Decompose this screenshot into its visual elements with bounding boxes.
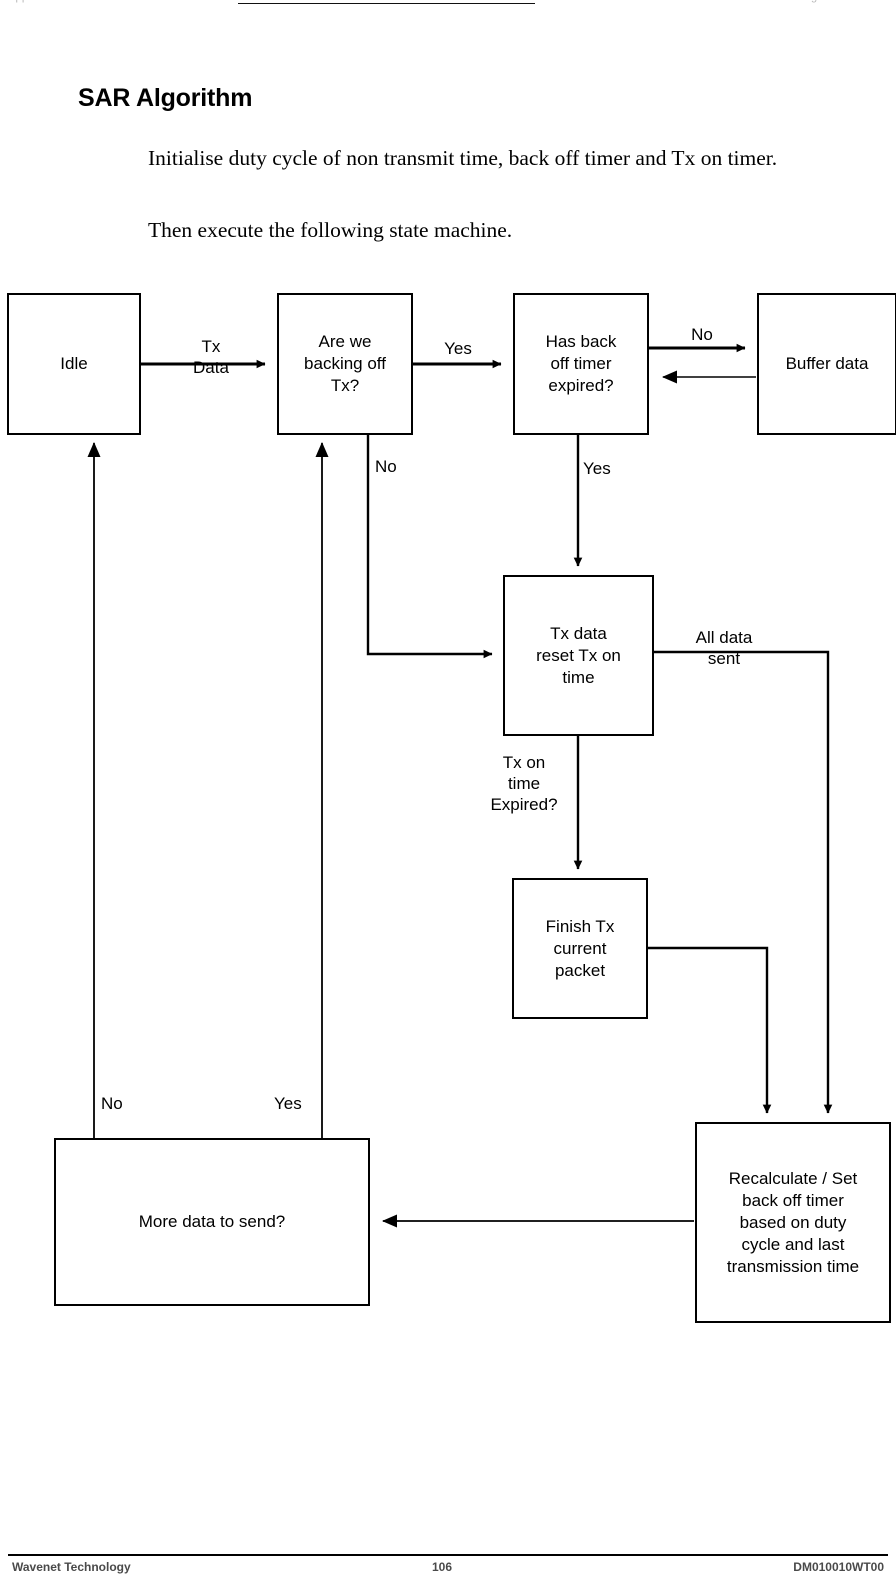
edge-label-no-buffer: No [691,325,713,344]
edge-label-yes-expired: Yes [583,459,611,478]
node-finish-tx-current-packet[interactable]: Finish Tx current packet [512,878,648,1019]
footer-rule [8,1554,888,1556]
node-are-we-backing-off[interactable]: Are we backing off Tx? [277,293,413,435]
edge-label-all-data-sent: All data sent [695,628,753,668]
edge-label-no-backing-off: No [375,457,397,476]
node-are-we-backing-off-label: Are we backing off Tx? [304,332,386,395]
node-recalculate-backoff-label: Recalculate / Set back off timer based on … [726,1168,860,1276]
edge-label-tx-data: Tx Data [193,337,229,377]
node-more-data-to-send[interactable]: More data to send? [54,1138,370,1306]
node-finish-tx-current-packet-label: Finish Tx current packet [545,916,615,980]
node-has-backoff-timer-expired-label: Has back off timer expired? [545,332,617,395]
node-tx-data-reset[interactable]: Tx data reset Tx on time [503,575,654,736]
edge-label-tx-on-time-expired: Tx on time Expired? [490,753,558,814]
node-idle-label: Idle [60,354,88,373]
node-buffer-data[interactable]: Buffer data [757,293,896,435]
footer-company: Wavenet Technology [12,1560,131,1574]
edge-label-yes-more-data: Yes [274,1094,302,1113]
flowchart-connectors [87,343,833,1228]
document-page: Appendix B - SAR State Machine Wavenet S… [0,0,896,1576]
node-has-backoff-timer-expired[interactable]: Has back off timer expired? [513,293,649,435]
node-tx-data-reset-label: Tx data reset Tx on time [536,623,621,687]
footer-doc-code: DM010010WT00 [793,1560,884,1574]
edge-label-no-more-data: No [101,1094,123,1113]
node-recalculate-backoff[interactable]: Recalculate / Set back off timer based on … [695,1122,891,1323]
page-footer: Wavenet Technology 106 DM010010WT00 [0,1560,896,1576]
node-idle[interactable]: Idle [7,293,141,435]
node-buffer-data-label: Buffer data [785,354,869,373]
footer-page-number: 106 [432,1560,453,1574]
node-more-data-to-send-label: More data to send? [138,1212,286,1231]
edge-label-yes-backing-off: Yes [444,339,472,358]
sar-state-machine-flowchart: Idle Are we backing off Tx? Has back off ti… [0,0,896,1576]
